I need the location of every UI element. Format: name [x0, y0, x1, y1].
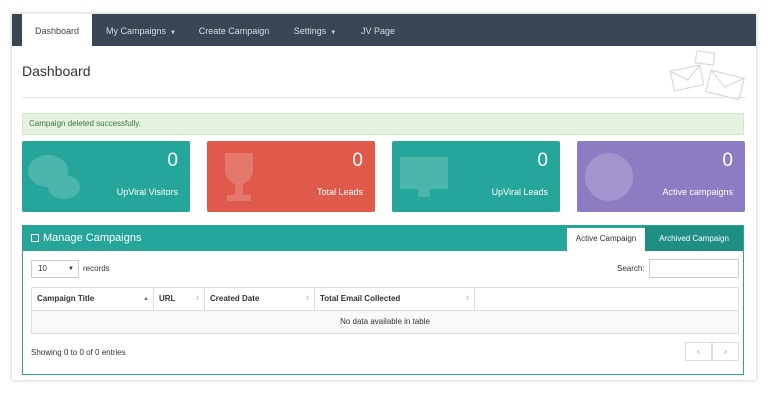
stat-label: Total Leads — [316, 187, 363, 197]
search-input[interactable] — [649, 259, 739, 278]
table-header-row: Campaign Title ▲ URL ⇕ Created Date ⇕ Total… — [32, 288, 738, 311]
records-per-page-value: 10 — [38, 264, 47, 273]
column-header-label: Total Email Collected — [320, 294, 401, 303]
envelopes-decoration-icon — [669, 50, 745, 101]
success-alert: Campaign deleted successfully. — [22, 113, 744, 135]
chevron-down-icon: ▼ — [68, 266, 74, 272]
stat-total-leads: 0 Total Leads — [207, 141, 375, 212]
pagination-previous-button[interactable]: ‹ — [685, 342, 712, 361]
table-info: Showing 0 to 0 of 0 entries — [31, 348, 126, 357]
nav-dashboard[interactable]: Dashboard — [22, 14, 92, 46]
edit-icon — [31, 234, 39, 242]
sort-icon: ⇕ — [194, 296, 200, 302]
column-header-label: Created Date — [210, 294, 260, 303]
nav-my-campaigns-label: My Campaigns — [106, 26, 167, 36]
stat-value: 0 — [537, 150, 548, 171]
nav-create-campaign[interactable]: Create Campaign — [192, 14, 276, 46]
page-title: Dashboard — [22, 63, 91, 79]
nav-settings[interactable]: Settings ▼ — [286, 14, 344, 46]
top-navbar: Dashboard My Campaigns ▼ Create Campaign … — [12, 14, 756, 46]
nav-jv-page[interactable]: JV Page — [356, 14, 400, 46]
stat-upviral-visitors: 0 UpViral Visitors — [22, 141, 190, 212]
search-label: Search: — [617, 264, 645, 273]
stat-upviral-leads: 0 UpViral Leads — [392, 141, 560, 212]
monitor-icon — [400, 157, 448, 197]
panel-title-text: Manage Campaigns — [43, 232, 142, 244]
nav-create-campaign-label: Create Campaign — [198, 26, 270, 36]
stat-active-campaigns: 0 Active campaigns — [577, 141, 745, 212]
sort-icon: ⇕ — [464, 296, 470, 302]
sort-icon: ⇕ — [304, 296, 310, 302]
stat-value: 0 — [167, 150, 178, 171]
column-header-label: URL — [159, 294, 176, 303]
nav-settings-label: Settings — [293, 26, 327, 36]
column-header-campaign-title[interactable]: Campaign Title ▲ — [32, 288, 154, 310]
panel-header: Manage Campaigns Active Campaign Archive… — [23, 226, 743, 251]
app-frame: Dashboard My Campaigns ▼ Create Campaign … — [12, 14, 756, 380]
panel-title: Manage Campaigns — [31, 232, 141, 244]
pagination-next-button[interactable]: › — [712, 342, 739, 361]
title-divider — [22, 97, 746, 98]
manage-campaigns-panel: Manage Campaigns Active Campaign Archive… — [22, 225, 744, 375]
nav-jv-page-label: JV Page — [360, 26, 396, 36]
nav-my-campaigns[interactable]: My Campaigns ▼ — [96, 14, 186, 46]
chevron-down-icon: ▼ — [170, 30, 176, 36]
stat-value: 0 — [722, 150, 733, 171]
table-empty-row: No data available in table — [32, 311, 738, 333]
tab-archived-campaign[interactable]: Archived Campaign — [645, 226, 743, 251]
stat-value: 0 — [352, 150, 363, 171]
nav-dashboard-label: Dashboard — [34, 26, 80, 36]
sort-asc-icon: ▲ — [143, 296, 149, 302]
column-header-created-date[interactable]: Created Date ⇕ — [205, 288, 315, 310]
stat-label: Active campaigns — [662, 187, 733, 197]
column-header-total-email[interactable]: Total Email Collected ⇕ — [315, 288, 475, 310]
campaigns-table: Campaign Title ▲ URL ⇕ Created Date ⇕ Total… — [31, 287, 739, 334]
chevron-down-icon: ▼ — [330, 30, 337, 36]
globe-icon — [585, 153, 633, 201]
tab-active-campaign[interactable]: Active Campaign — [567, 226, 645, 251]
stat-label: UpViral Leads — [491, 187, 548, 197]
trophy-icon — [225, 153, 253, 201]
chat-bubbles-icon — [28, 155, 80, 199]
records-per-page-select[interactable]: 10 ▼ — [31, 260, 79, 278]
column-header-label: Campaign Title — [37, 294, 95, 303]
stat-label: UpViral Visitors — [116, 187, 178, 197]
column-header-url[interactable]: URL ⇕ — [154, 288, 205, 310]
records-label: records — [83, 264, 110, 273]
